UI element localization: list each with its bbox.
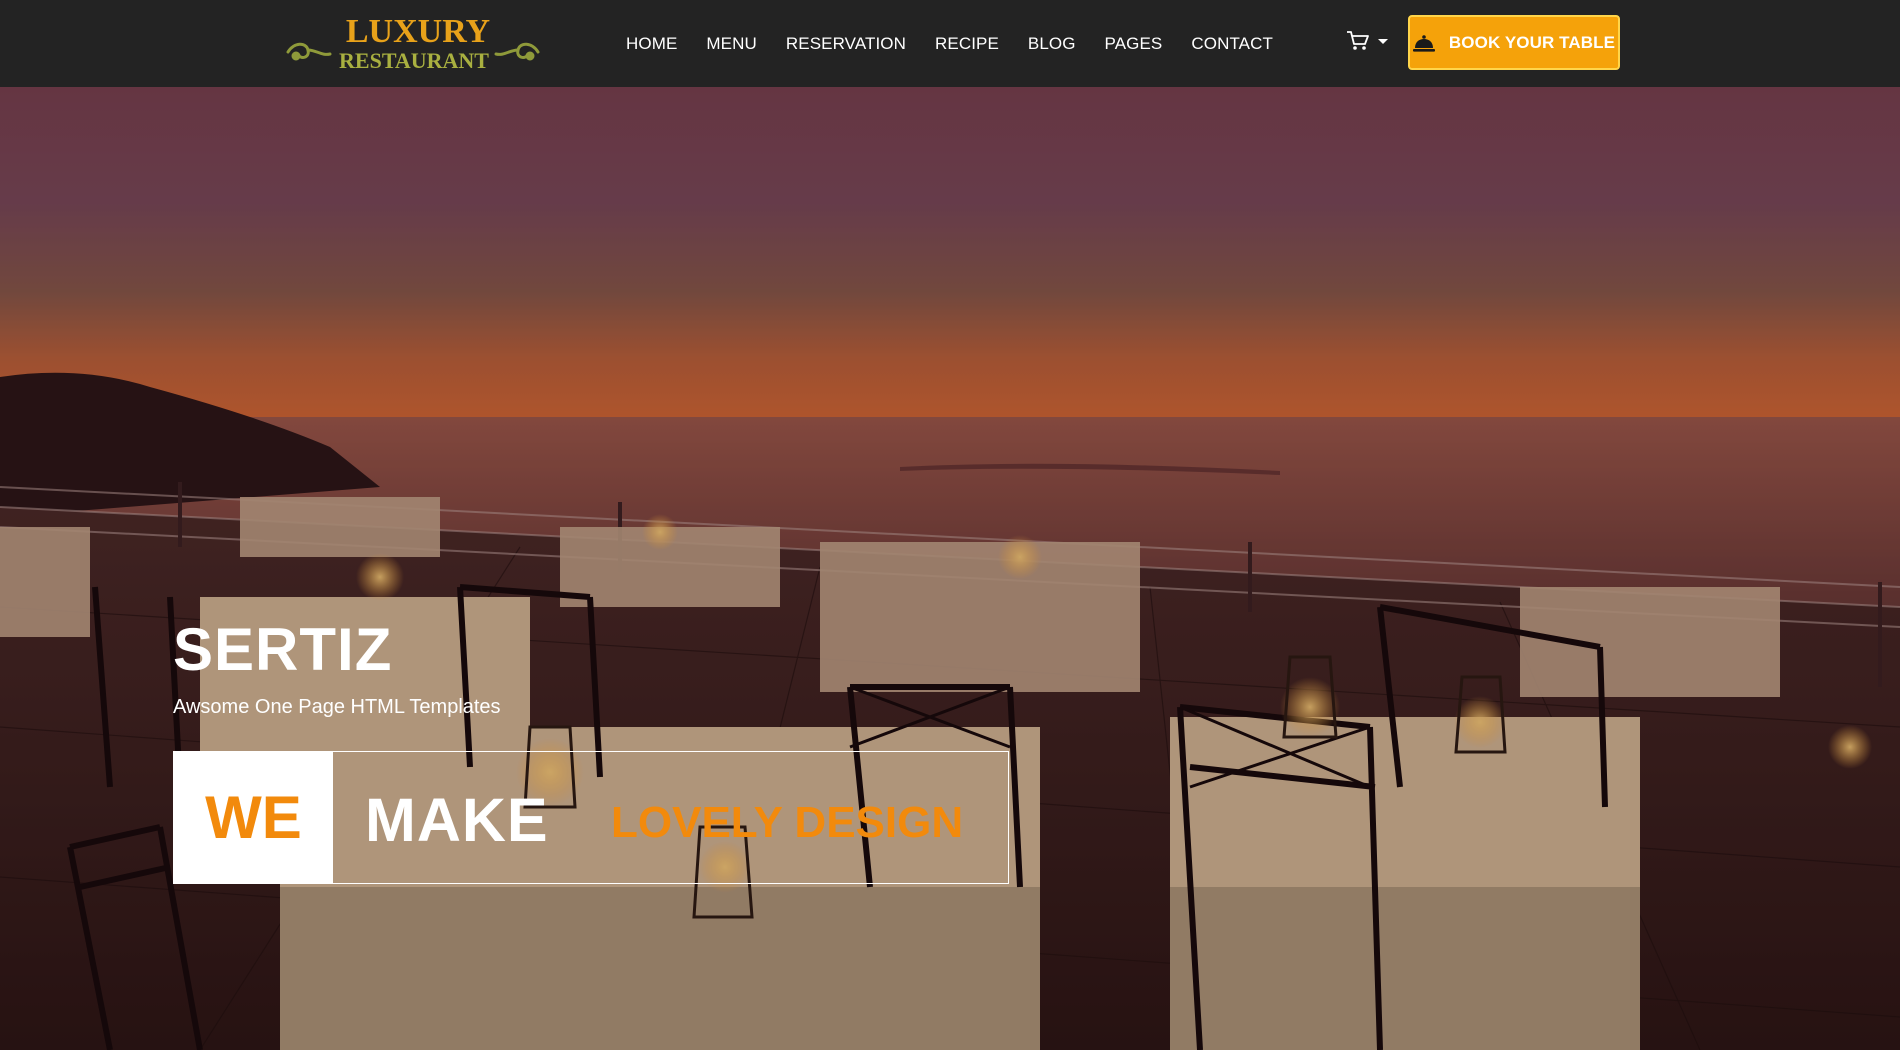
tagline-we: WE [205,783,302,851]
book-your-table-button[interactable]: BOOK YOUR TABLE [1408,15,1620,70]
hero-background-photo [0,87,1900,1050]
nav-menu[interactable]: MENU [706,34,756,54]
right-ornament-icon [494,42,540,61]
main-nav: HOME MENU RESERVATION RECIPE BLOG PAGES … [626,0,1273,87]
hero-section: SERTIZ Awsome One Page HTML Templates WE… [0,87,1900,1050]
nav-pages[interactable]: PAGES [1105,34,1163,54]
tagline-we-block: WE [174,752,333,883]
nav-home[interactable]: HOME [626,34,677,54]
book-button-label: BOOK YOUR TABLE [1448,32,1616,52]
hero-title: SERTIZ [173,616,393,683]
caret-down-icon [1378,38,1388,44]
hero-subtitle: Awsome One Page HTML Templates [173,696,501,718]
logo-line-1: LUXURY [346,13,490,50]
service-bell-icon [1412,34,1435,52]
nav-contact[interactable]: CONTACT [1191,34,1273,54]
brand-logo[interactable]: LUXURY RESTAURANT [284,12,542,73]
cart-icon [1347,31,1369,50]
cart-dropdown-toggle[interactable] [1346,30,1388,52]
top-navbar: LUXURY RESTAURANT HOME MENU RESERVATION … [0,0,1900,87]
tagline-rotating-word: LOVELY DESIGN [611,798,964,847]
tagline-make: MAKE [365,786,549,854]
nav-recipe[interactable]: RECIPE [935,34,999,54]
nav-blog[interactable]: BLOG [1028,34,1076,54]
nav-reservation[interactable]: RESERVATION [786,34,906,54]
logo-line-2: RESTAURANT [339,48,489,72]
left-ornament-icon [286,42,332,61]
hero-tagline-box: WE MAKE LOVELY DESIGN [173,751,1009,884]
